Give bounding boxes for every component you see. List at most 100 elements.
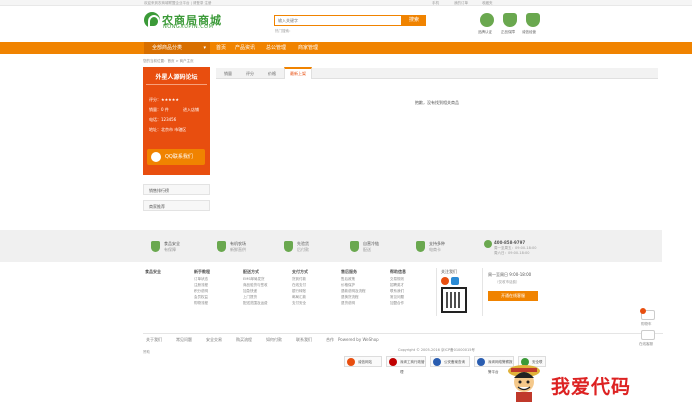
shield-icon: [217, 241, 226, 252]
guarantee-2-sub: 新鲜直供: [230, 247, 246, 252]
store-visit-link[interactable]: 进入店铺: [183, 107, 199, 112]
guarantee-1-title: 食品安全: [164, 241, 180, 246]
side-box-sales-rank[interactable]: 销售排行榜: [143, 184, 210, 195]
nav-item-company[interactable]: 总公管理: [266, 42, 286, 54]
chat-icon[interactable]: [641, 330, 655, 340]
footer-link[interactable]: 注册流程: [194, 283, 208, 288]
footer-link[interactable]: 加盟合作: [390, 301, 404, 306]
footer-link[interactable]: 银行转账: [292, 289, 306, 294]
topbar-link-favorites[interactable]: 收藏夹: [482, 1, 493, 6]
cert-business-icon: [389, 358, 397, 366]
footer-link[interactable]: 常见问题: [390, 295, 404, 300]
footer-link[interactable]: 邮局汇款: [292, 295, 306, 300]
nav-item-merchant[interactable]: 商家管理: [298, 42, 318, 54]
qzone-icon[interactable]: [451, 277, 459, 285]
footer-link[interactable]: 退货说明: [341, 301, 355, 306]
nav-item-home[interactable]: 首页: [216, 42, 226, 54]
footer-link-about[interactable]: 关于我们: [146, 337, 162, 342]
copyright: Copyright © 2005-2016 京ICP备01000015号: [398, 348, 475, 352]
footer-link[interactable]: 招聘英才: [390, 283, 404, 288]
footer-link-partner[interactable]: 合作: [326, 337, 334, 342]
topbar-link-orders[interactable]: 我的订单: [454, 1, 468, 6]
feedback-label[interactable]: 在线客服: [639, 342, 653, 347]
tab-rating[interactable]: 评分: [246, 68, 254, 79]
guarantee-4-sub: 配送: [363, 247, 371, 252]
footer-link[interactable]: 购物流程: [194, 301, 208, 306]
follow-us-label: 关注我们: [441, 269, 457, 274]
badge-honest-icon: [526, 13, 540, 27]
footer-link-faq[interactable]: 常见问题: [176, 337, 192, 342]
footer-link[interactable]: 订单状态: [194, 277, 208, 282]
hot-search-label: 热门搜索：: [275, 29, 293, 33]
footer-link-payment[interactable]: 如何付款: [266, 337, 282, 342]
cart-label[interactable]: 购物车: [641, 322, 652, 327]
footer-link[interactable]: 交易规则: [390, 277, 404, 282]
empty-message: 抱歉，没有找到相关商品: [415, 100, 459, 105]
tab-price[interactable]: 价格: [268, 68, 276, 79]
search-button[interactable]: 搜索: [402, 15, 426, 26]
cert-trusted-site[interactable]: 诚信网站: [344, 356, 382, 367]
nav-all-categories[interactable]: 全部商品分类 ▾: [144, 42, 210, 54]
powered-by[interactable]: Powered by WeShop: [338, 337, 379, 342]
cert-label: 诚信网站: [358, 360, 372, 364]
footer-link[interactable]: 退款说明及流程: [341, 289, 366, 294]
badge-genuine-label: 正品保障: [501, 30, 515, 34]
footer-divider: [482, 268, 483, 316]
top-bar: [0, 0, 692, 6]
logo-leaf-icon[interactable]: [144, 12, 160, 28]
footer-col-6-head: 帮助信息: [390, 269, 406, 274]
topbar-link-mobile[interactable]: 手机: [432, 1, 439, 6]
phone-icon: [484, 240, 492, 248]
side-box-merchant-rec[interactable]: 商家推荐: [143, 200, 210, 211]
footer-link[interactable]: 价格保护: [341, 283, 355, 288]
guarantee-4-title: 自营冷链: [363, 241, 379, 246]
qq-icon: [151, 152, 161, 162]
sort-tabs-bar: [216, 68, 658, 79]
tab-newest[interactable]: 最新上架: [284, 67, 312, 79]
tab-sales[interactable]: 销量: [224, 68, 232, 79]
search-input[interactable]: [274, 15, 402, 26]
footer-link[interactable]: 会员权益: [194, 295, 208, 300]
footer-link-contact[interactable]: 联系我们: [296, 337, 312, 342]
guarantee-2-title: 有机农场: [230, 241, 246, 246]
online-service-button[interactable]: 开通在线客服: [488, 291, 538, 301]
cert-netpolice-icon: [477, 358, 485, 366]
store-phone: 电话：123456: [149, 117, 177, 122]
footer-col-2-head: 新手教程: [194, 269, 210, 274]
cert-trusted-icon: [347, 358, 355, 366]
footer-link[interactable]: 上门提货: [243, 295, 257, 300]
footer-divider: [436, 268, 437, 316]
nav-item-news[interactable]: 产品资讯: [235, 42, 255, 54]
footer-link[interactable]: 联系我们: [390, 289, 404, 294]
footer-col-4-head: 支付方式: [292, 269, 308, 274]
cert-label: 公安备案查询: [444, 360, 465, 364]
footer-link-safe-trade[interactable]: 安全交易: [206, 337, 222, 342]
guarantee-1-sub: 有保障: [164, 247, 176, 252]
footer-col-5-head: 售后服务: [341, 269, 357, 274]
footer-link[interactable]: 积分说明: [194, 289, 208, 294]
footer-link[interactable]: 货到付款: [292, 277, 306, 282]
badge-verified-icon: [480, 13, 494, 27]
footer-col-1-head: 食品安全: [145, 269, 161, 274]
footer-link[interactable]: 退换货流程: [341, 295, 359, 300]
footer-link-purchase[interactable]: 购买流程: [236, 337, 252, 342]
footer-link[interactable]: EMS邮局发货: [243, 277, 264, 282]
cert-business-admin[interactable]: 深圳工商行政管理: [386, 356, 426, 374]
footer-link[interactable]: 商品验货与签收: [243, 283, 268, 288]
footer-link[interactable]: 配送范围及运费: [243, 301, 268, 306]
weibo-icon[interactable]: [441, 277, 449, 285]
footer-link[interactable]: 在线支付: [292, 283, 306, 288]
side-box-sales-rank-label: 销售排行榜: [149, 188, 169, 193]
store-rating: 评分：★★★★★: [149, 97, 179, 102]
cert-police-record[interactable]: 公安备案查询: [430, 356, 470, 367]
store-address: 地址：北京市 市辖区: [149, 127, 187, 132]
footer-link[interactable]: 售后政策: [341, 277, 355, 282]
nav-category-label: 全部商品分类: [152, 45, 183, 51]
store-title: 外星人源码论坛: [155, 74, 198, 81]
shield-icon: [151, 241, 160, 252]
shield-icon: [416, 241, 425, 252]
welcome-text[interactable]: 欢迎来到农商城联盟企业平台 | 请登录 注册: [144, 1, 212, 6]
guarantee-3-title: 先验货: [297, 241, 309, 246]
footer-link[interactable]: 加急快递: [243, 289, 257, 294]
footer-link[interactable]: 支付安全: [292, 301, 306, 306]
